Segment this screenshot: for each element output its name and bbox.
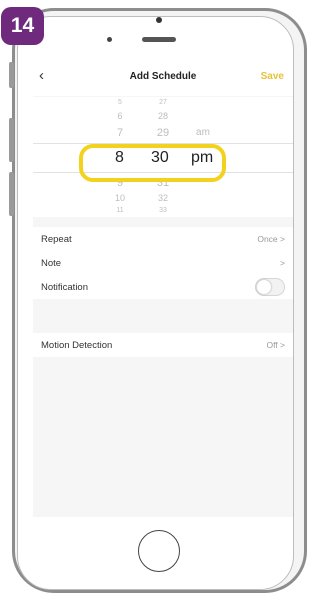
- notification-row: Notification: [33, 275, 293, 299]
- save-button[interactable]: Save: [261, 71, 284, 82]
- notification-toggle[interactable]: [255, 278, 285, 296]
- minute-option[interactable]: 33: [143, 207, 183, 214]
- period-option[interactable]: am: [183, 127, 223, 138]
- hour-option[interactable]: 7: [100, 127, 140, 139]
- repeat-row[interactable]: Repeat Once >: [33, 227, 293, 251]
- chevron-right-icon: >: [280, 258, 285, 268]
- hour-option[interactable]: 11: [100, 207, 140, 214]
- motion-detection-label: Motion Detection: [41, 339, 113, 351]
- app-screen: ‹ Add Schedule Save 5 6 7 9 10 11 8 27 2…: [33, 57, 293, 517]
- note-label: Note: [41, 257, 62, 269]
- proximity-sensor: [107, 37, 112, 42]
- hour-option[interactable]: 5: [100, 99, 140, 106]
- volume-up-button: [9, 118, 14, 162]
- repeat-value: Once >: [257, 234, 285, 244]
- motion-detection-row[interactable]: Motion Detection Off >: [33, 333, 293, 357]
- minute-option[interactable]: 28: [143, 111, 183, 121]
- minute-option[interactable]: 29: [143, 127, 183, 139]
- hour-option[interactable]: 6: [100, 111, 140, 121]
- step-number-badge: 14: [1, 7, 44, 45]
- notification-label: Notification: [41, 281, 88, 293]
- home-button[interactable]: [138, 530, 180, 572]
- chevron-right-icon: >: [280, 234, 285, 244]
- motion-detection-value: Off >: [266, 340, 285, 350]
- motion-options: Motion Detection Off >: [33, 333, 293, 357]
- schedule-options: Repeat Once > Note > Notification: [33, 227, 293, 299]
- volume-down-button: [9, 172, 14, 216]
- hour-option[interactable]: 10: [100, 193, 140, 203]
- navigation-bar: ‹ Add Schedule Save: [33, 57, 293, 96]
- time-highlight-ring: [79, 144, 226, 182]
- note-row[interactable]: Note >: [33, 251, 293, 275]
- front-camera: [156, 17, 162, 23]
- toggle-knob: [257, 280, 271, 294]
- mute-switch: [9, 62, 14, 88]
- chevron-right-icon: >: [280, 340, 285, 350]
- minute-option[interactable]: 32: [143, 193, 183, 203]
- earpiece-speaker: [142, 37, 176, 42]
- page-title: Add Schedule: [129, 71, 197, 82]
- minute-option[interactable]: 27: [143, 99, 183, 106]
- repeat-label: Repeat: [41, 233, 72, 245]
